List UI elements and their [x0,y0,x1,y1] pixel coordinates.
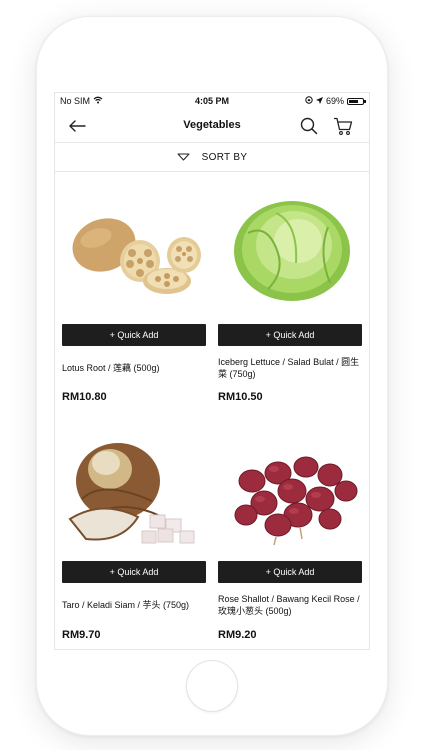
quick-add-button[interactable]: + Quick Add [62,324,206,346]
quick-add-button[interactable]: + Quick Add [218,561,362,583]
product-price: RM10.50 [218,391,263,403]
sort-by-label: SORT BY [201,151,248,163]
product-name[interactable]: Lotus Root / 莲藕 (500g) [62,362,208,374]
location-icon [315,96,323,106]
product-price: RM9.70 [62,629,101,641]
product-image-iceberg-lettuce[interactable] [218,193,364,301]
home-button[interactable] [186,660,238,712]
app-screen: No SIM 4:05 PM 69% Vegetables SORT BY + … [54,92,370,650]
navigation-bar: Vegetables [55,110,369,143]
product-image-lotus-root[interactable] [62,193,208,301]
battery-icon [347,97,366,105]
chevron-down-icon [177,148,190,166]
page-title: Vegetables [183,119,241,131]
product-card-iceberg-lettuce[interactable]: + Quick Add Iceberg Lettuce / Salad Bula… [218,193,364,403]
status-bar: No SIM 4:05 PM 69% [55,93,369,110]
product-price: RM9.20 [218,629,257,641]
cart-icon[interactable] [333,116,353,136]
battery-percent: 69% [325,96,344,106]
quick-add-button[interactable]: + Quick Add [62,561,206,583]
product-card-lotus-root[interactable]: + Quick Add Lotus Root / 莲藕 (500g) RM10.… [62,193,208,403]
product-image-taro[interactable] [62,439,208,547]
orientation-lock-icon [305,96,313,106]
product-card-rose-shallot[interactable]: + Quick Add Rose Shallot / Bawang Kecil … [218,439,364,649]
quick-add-button[interactable]: + Quick Add [218,324,362,346]
product-price: RM10.80 [62,391,107,403]
product-image-rose-shallot[interactable] [218,439,364,547]
product-card-taro[interactable]: + Quick Add Taro / Keladi Siam / 芋头 (750… [62,439,208,649]
product-name[interactable]: Taro / Keladi Siam / 芋头 (750g) [62,599,208,611]
product-name[interactable]: Iceberg Lettuce / Salad Bulat / 圆生菜 (750… [218,356,364,380]
search-icon[interactable] [299,116,319,136]
product-name[interactable]: Rose Shallot / Bawang Kecil Rose / 玫瑰小葱头… [218,593,364,617]
sort-bar[interactable]: SORT BY [55,143,369,172]
